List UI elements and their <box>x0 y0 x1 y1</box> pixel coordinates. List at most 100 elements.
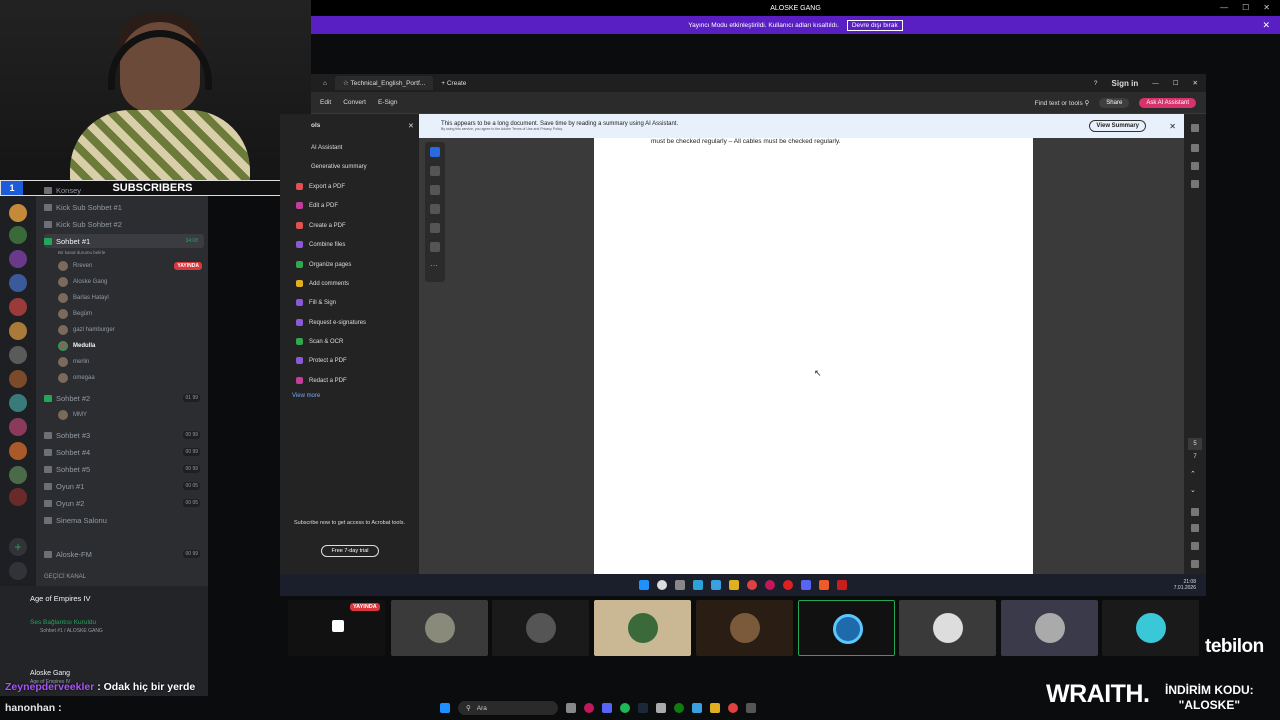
channel-item[interactable]: Oyun #1 00 05 <box>44 479 204 493</box>
maximize-icon[interactable]: ☐ <box>1242 3 1249 12</box>
tool-item[interactable]: Scan & OCR <box>296 338 343 345</box>
tool-item[interactable]: Generative summary <box>311 164 367 170</box>
save-icon[interactable] <box>1191 524 1199 532</box>
server-icon[interactable] <box>9 488 27 506</box>
comment-icon[interactable] <box>1191 124 1199 132</box>
tool-item[interactable]: Combine files <box>296 241 345 248</box>
voice-user[interactable]: merlin <box>58 355 89 369</box>
disable-button[interactable]: Devre dışı bırak <box>846 19 903 31</box>
sign-in-link[interactable]: Sign in <box>1112 79 1139 88</box>
server-icon[interactable] <box>9 418 27 436</box>
close-icon[interactable]: ✕ <box>1193 79 1198 87</box>
channel-item[interactable]: Sohbet #5 00 99 <box>44 462 204 476</box>
tool-item[interactable]: Fill & Sign <box>296 299 336 306</box>
zoom-in-icon[interactable] <box>1191 542 1199 550</box>
view-summary-button[interactable]: View Summary <box>1089 120 1146 132</box>
voice-channel[interactable]: Sohbet #1 / ALOSKE GANG <box>40 628 103 634</box>
trial-button[interactable]: Free 7-day trial <box>321 545 379 557</box>
chrome-icon[interactable] <box>728 703 738 713</box>
channel-item[interactable]: Kick Sub Sohbet #2 <box>44 217 204 231</box>
search-icon[interactable] <box>657 580 667 590</box>
opera-icon[interactable] <box>783 580 793 590</box>
lasso-icon[interactable] <box>430 204 440 214</box>
page-number[interactable]: 5 <box>1188 438 1202 450</box>
app-icon[interactable] <box>765 580 775 590</box>
tool-item[interactable]: Request e-signatures <box>296 319 366 326</box>
app-icon[interactable] <box>566 703 576 713</box>
thumbnail[interactable]: YAYINDA <box>288 600 385 656</box>
close-icon[interactable]: ✕ <box>1169 122 1176 131</box>
server-icon[interactable] <box>9 442 27 460</box>
thumbnail[interactable] <box>391 600 488 656</box>
folder-icon[interactable] <box>729 580 739 590</box>
voice-user[interactable]: MMY <box>58 408 87 422</box>
channel-item[interactable]: Sohbet #3 00 99 <box>44 428 204 442</box>
menu-convert[interactable]: Convert <box>343 99 366 106</box>
zoom-icon[interactable] <box>430 166 440 176</box>
server-icon[interactable] <box>9 250 27 268</box>
document-tab[interactable]: ☆ Technical_English_Portf... <box>334 76 434 90</box>
discord-icon[interactable] <box>602 703 612 713</box>
folder-icon[interactable] <box>710 703 720 713</box>
app-icon[interactable] <box>693 580 703 590</box>
server-icon[interactable] <box>9 298 27 316</box>
ai-icon[interactable] <box>1191 144 1199 152</box>
server-icon[interactable] <box>9 204 27 222</box>
close-icon[interactable]: ✕ <box>408 122 414 130</box>
tool-item[interactable]: Protect a PDF <box>296 357 347 364</box>
tool-item[interactable]: Add comments <box>296 280 349 287</box>
voice-user[interactable]: Medulla <box>58 339 95 353</box>
server-icon[interactable] <box>9 274 27 292</box>
close-icon[interactable]: ✕ <box>1263 3 1270 12</box>
thumbnail[interactable] <box>594 600 691 656</box>
thumbnail[interactable] <box>798 600 895 656</box>
server-icon[interactable] <box>9 346 27 364</box>
close-icon[interactable]: ✕ <box>1262 20 1270 31</box>
create-button[interactable]: + Create <box>441 80 466 87</box>
help-icon[interactable]: ? <box>1094 80 1098 87</box>
chevron-up-icon[interactable]: ⌃ <box>1190 470 1196 478</box>
taskview-icon[interactable] <box>675 580 685 590</box>
voice-user[interactable]: Aloske Gang <box>58 275 107 289</box>
channel-item[interactable]: Konsey <box>44 183 204 197</box>
view-more-link[interactable]: View more <box>292 393 320 399</box>
ask-ai-button[interactable]: Ask AI Assistant <box>1139 97 1196 108</box>
pen-icon[interactable] <box>430 185 440 195</box>
channel-item[interactable]: Sohbet #2 01 99 <box>44 391 204 405</box>
category-header[interactable]: GEÇİCİ KANAL <box>44 570 204 584</box>
tool-item[interactable]: Organize pages <box>296 261 351 268</box>
zoom-out-icon[interactable] <box>1191 560 1199 568</box>
discord-icon[interactable] <box>801 580 811 590</box>
channel-status[interactable]: Bir kanal durumu belirle <box>58 245 105 259</box>
refresh-icon[interactable] <box>1191 508 1199 516</box>
xbox-icon[interactable] <box>674 703 684 713</box>
home-icon[interactable]: ⌂ <box>323 80 327 87</box>
app-icon[interactable] <box>711 580 721 590</box>
server-icon[interactable] <box>9 322 27 340</box>
more-icon[interactable]: ⋯ <box>430 261 440 271</box>
self-username[interactable]: Aloske Gang <box>30 670 70 677</box>
voice-user[interactable]: omegaa <box>58 371 95 385</box>
stamp-icon[interactable] <box>430 242 440 252</box>
share-button[interactable]: Share <box>1099 97 1130 108</box>
chrome-icon[interactable] <box>747 580 757 590</box>
maximize-icon[interactable]: ☐ <box>1173 79 1179 87</box>
text-select-icon[interactable] <box>430 223 440 233</box>
app-icon[interactable] <box>746 703 756 713</box>
clock[interactable]: 21:08 7.01.2026 <box>1174 579 1196 591</box>
tool-item[interactable]: Redact a PDF <box>296 377 347 384</box>
channel-item[interactable]: Oyun #2 00 05 <box>44 496 204 510</box>
steam-icon[interactable] <box>638 703 648 713</box>
channel-item[interactable]: Kick Sub Sohbet #1 <box>44 200 204 214</box>
pages-icon[interactable] <box>1191 180 1199 188</box>
explore-icon[interactable] <box>9 562 27 580</box>
menu-esign[interactable]: E-Sign <box>378 99 398 106</box>
minimize-icon[interactable]: — <box>1220 3 1228 12</box>
voice-user[interactable]: Rreven <box>58 259 92 273</box>
find-tools[interactable]: Find text or tools ⚲ <box>1035 99 1090 107</box>
chevron-down-icon[interactable]: ⌄ <box>1190 486 1196 494</box>
minimize-icon[interactable]: — <box>1152 80 1159 87</box>
channel-item[interactable]: Sohbet #4 00 99 <box>44 445 204 459</box>
tool-item[interactable]: Edit a PDF <box>296 202 338 209</box>
server-icon[interactable] <box>9 370 27 388</box>
